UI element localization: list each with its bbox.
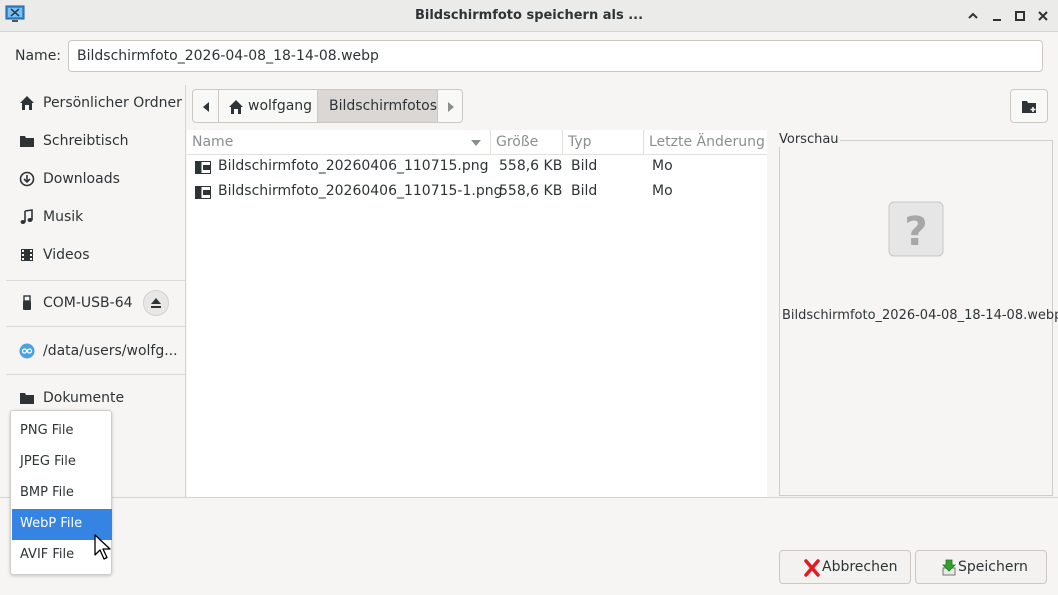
chevron-up-icon[interactable] [965,8,981,24]
file-modified: Mo [652,158,673,174]
close-button[interactable] [1035,8,1051,24]
sidebar-item-home[interactable]: Persönlicher Ordner [6,85,185,121]
sidebar-item-label: Schreibtisch [43,133,129,149]
sidebar-item-label: Persönlicher Ordner [43,95,182,111]
image-file-icon [195,186,211,199]
column-header-label: Name [192,134,234,150]
sidebar-item-desktop[interactable]: Schreibtisch [6,123,185,159]
save-button[interactable]: Speichern [915,550,1047,584]
path-segment-label: wolfgang [248,98,313,114]
sidebar-divider [6,326,185,327]
minimize-button[interactable] [989,8,1005,24]
column-header-label: Typ [568,134,592,150]
new-folder-icon [1022,101,1036,113]
file-list[interactable]: Name Größe Typ Letzte Änderung Bildschir… [187,130,767,497]
option-label: BMP File [20,485,74,500]
preview-filename: Bildschirmfoto_2026-04-08_18-14-08.webp [782,308,1058,323]
sidebar-divider [6,374,185,375]
sidebar-item-music[interactable]: Musik [6,199,185,235]
sidebar-border [185,85,186,497]
sidebar-item-label: Dokumente [43,390,125,406]
svg-text:?: ? [904,209,927,255]
sidebar-item-label: Musik [43,209,84,225]
column-header-name[interactable]: Name [187,130,491,154]
home-icon [20,96,34,110]
option-label: PNG File [20,423,74,438]
file-size: 558,6 KB [499,183,563,199]
cancel-button-label: Abbrechen [822,559,898,575]
file-row[interactable]: Bildschirmfoto_20260406_110715.png 558,6… [187,155,767,180]
file-modified: Mo [652,183,673,199]
usb-drive-icon [23,295,31,310]
file-name: Bildschirmfoto_20260406_110715.png [218,158,489,174]
path-back-button[interactable] [192,89,219,123]
maximize-button[interactable] [1012,8,1028,24]
sidebar-item-label: Videos [43,247,90,263]
column-header-modified[interactable]: Letzte Änderung [644,130,767,154]
path-forward-button[interactable] [437,89,463,123]
sort-down-icon [471,140,481,146]
file-size: 558,6 KB [499,158,563,174]
window-title: Bildschirmfoto speichern als ... [414,8,644,23]
sidebar-item-usb[interactable]: COM-USB-64 [6,285,185,321]
sidebar-item-network[interactable]: /data/users/wolfg... [6,333,185,369]
chevron-left-icon [203,102,209,112]
music-icon [20,209,33,224]
save-button-label: Speichern [958,559,1028,575]
folder-icon [20,136,34,147]
option-label: WebP File [20,516,83,531]
bottom-divider [0,497,1058,498]
image-file-icon [195,161,211,174]
file-type: Bild [571,158,598,174]
filetype-option-bmp[interactable]: BMP File [12,478,112,509]
sidebar-item-videos[interactable]: Videos [6,237,185,273]
network-share-icon [19,343,35,359]
filetype-option-jpeg[interactable]: JPEG File [12,447,112,478]
cancel-x-icon [804,559,820,577]
cancel-button[interactable]: Abbrechen [779,550,911,584]
name-row: Name: Bildschirmfoto_2026-04-08_18-14-08… [0,40,1058,72]
file-name: Bildschirmfoto_20260406_110715-1.png [218,183,503,199]
eject-button[interactable] [143,290,169,316]
option-label: AVIF File [20,547,75,562]
column-header-type[interactable]: Typ [563,130,644,154]
filetype-option-png[interactable]: PNG File [12,416,112,447]
sidebar-item-downloads[interactable]: Downloads [6,161,185,197]
option-label: JPEG File [20,454,76,469]
preview-label: Vorschau [779,132,840,147]
filename-input[interactable]: Bildschirmfoto_2026-04-08_18-14-08.webp [68,40,1043,72]
eject-icon [151,298,161,308]
column-header-label: Letzte Änderung [649,134,765,150]
mouse-cursor-icon [94,534,111,560]
chevron-right-icon [448,102,454,112]
folder-icon [20,393,34,404]
path-segment-label: Bildschirmfotos [329,98,438,114]
home-icon [229,100,243,114]
new-folder-button[interactable] [1010,89,1048,123]
video-icon [21,249,33,261]
title-bar: Bildschirmfoto speichern als ... [0,0,1058,32]
sidebar-item-label: COM-USB-64 [43,295,133,311]
download-icon [19,171,35,187]
path-segment-current[interactable]: Bildschirmfotos [317,89,438,123]
file-row[interactable]: Bildschirmfoto_20260406_110715-1.png 558… [187,180,767,205]
unknown-file-icon: ? [888,201,944,257]
path-segment-home[interactable]: wolfgang [218,89,318,123]
file-type: Bild [571,183,598,199]
sidebar-item-label: Downloads [43,171,120,187]
name-label: Name: [15,48,62,64]
sidebar-item-label: /data/users/wolfg... [43,343,178,359]
sidebar-divider [6,280,185,281]
column-header-size[interactable]: Größe [491,130,563,154]
column-header-label: Größe [496,134,539,150]
save-download-icon [942,559,956,576]
